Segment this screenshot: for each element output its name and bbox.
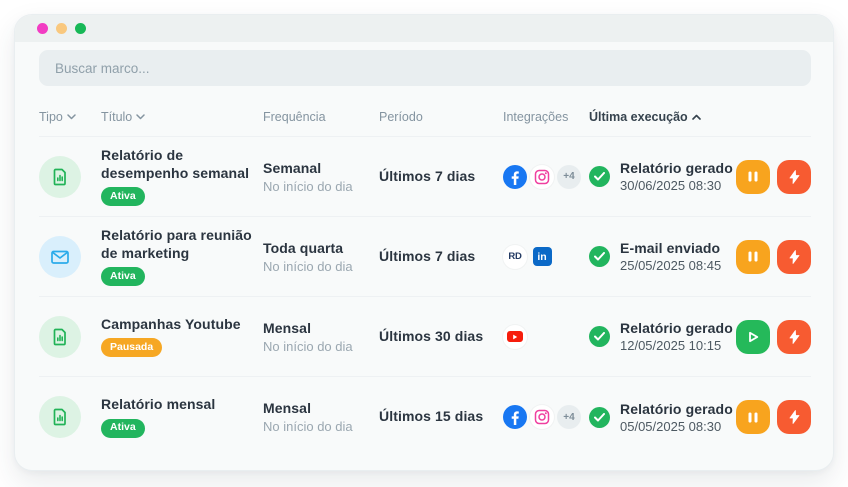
status-badge-active: Ativa (101, 418, 145, 438)
column-header-frequencia: Frequência (263, 110, 326, 124)
run-now-button[interactable] (777, 400, 811, 434)
frequency-value: Mensal (263, 400, 312, 416)
window-dot-pink[interactable] (37, 23, 48, 34)
frequency-value: Semanal (263, 159, 322, 176)
pause-button[interactable] (736, 239, 770, 274)
success-check-icon (589, 246, 610, 267)
frequency-detail: No início do dia (263, 258, 353, 274)
report-chart-icon (39, 315, 81, 358)
play-icon (748, 331, 758, 342)
last-run-date: 12/05/2025 10:15 (620, 338, 722, 353)
window-dot-green[interactable] (75, 23, 86, 34)
search-input[interactable] (55, 60, 795, 76)
success-check-icon (589, 166, 610, 187)
chevron-down-icon (67, 114, 76, 120)
table-row[interactable]: Relatório mensal Ativa Mensal No início … (39, 377, 811, 457)
status-badge-active: Ativa (101, 267, 145, 286)
lightning-icon (789, 249, 799, 264)
success-check-icon (589, 406, 610, 428)
instagram-icon (530, 405, 554, 429)
report-title: Relatório de desempenho semanal (101, 147, 250, 181)
app-window: Tipo Título Frequência Período Integraçõ… (0, 0, 848, 487)
linkedin-icon: in (530, 245, 554, 269)
more-integrations-badge[interactable]: +4 (557, 405, 581, 429)
period-value: Últimos 7 dias (379, 167, 476, 184)
status-badge-active: Ativa (101, 187, 145, 206)
frequency-detail: No início do dia (263, 338, 353, 354)
instagram-icon (530, 164, 554, 189)
chevron-down-icon (136, 114, 146, 120)
pause-icon (748, 171, 758, 182)
report-title: Relatório para reunião de marketing (101, 227, 252, 261)
column-header-ultima-execucao[interactable]: Última execução (589, 110, 735, 124)
last-run-date: 05/05/2025 08:30 (620, 418, 722, 434)
column-header-periodo: Período (379, 110, 423, 124)
success-check-icon (589, 326, 610, 347)
column-header-tipo[interactable]: Tipo (39, 110, 101, 124)
pause-button[interactable] (736, 400, 770, 434)
window-titlebar (15, 15, 833, 42)
period-value: Últimos 15 dias (379, 408, 484, 424)
lightning-icon (789, 410, 799, 424)
report-title: Campanhas Youtube (101, 315, 241, 332)
table-row[interactable]: Relatório de desempenho semanal Ativa Se… (39, 137, 811, 217)
main-card: Tipo Título Frequência Período Integraçõ… (14, 14, 834, 471)
play-button[interactable] (736, 319, 770, 354)
last-run-status: Relatório gerado (620, 160, 733, 176)
youtube-icon (503, 324, 527, 349)
report-title: Relatório mensal (101, 396, 216, 413)
table-row[interactable]: Campanhas Youtube Pausada Mensal No iníc… (39, 297, 811, 377)
last-run-date: 25/05/2025 08:45 (620, 258, 722, 273)
table-header: Tipo Título Frequência Período Integraçõ… (39, 86, 811, 137)
run-now-button[interactable] (777, 319, 811, 354)
pause-button[interactable] (736, 159, 770, 194)
search-bar[interactable] (39, 50, 811, 86)
last-run-date: 30/06/2025 08:30 (620, 178, 722, 193)
facebook-icon (503, 164, 527, 189)
last-run-status: E-mail enviado (620, 240, 721, 256)
pause-icon (748, 412, 758, 422)
frequency-value: Toda quarta (263, 239, 344, 256)
period-value: Últimos 7 dias (379, 247, 476, 264)
column-header-integracoes: Integrações (503, 110, 569, 124)
lightning-icon (789, 329, 799, 344)
lightning-icon (789, 169, 799, 184)
run-now-button[interactable] (777, 159, 811, 194)
email-icon (39, 235, 81, 278)
frequency-value: Mensal (263, 319, 312, 336)
table-row[interactable]: Relatório para reunião de marketing Ativ… (39, 217, 811, 297)
frequency-detail: No início do dia (263, 178, 353, 194)
report-chart-icon (39, 155, 81, 198)
more-integrations-badge[interactable]: +4 (557, 164, 581, 189)
rd-station-icon: RD (503, 244, 527, 269)
last-run-status: Relatório gerado (620, 400, 733, 417)
period-value: Últimos 30 dias (379, 327, 484, 344)
column-header-titulo[interactable]: Título (101, 110, 263, 124)
pause-icon (748, 251, 758, 262)
window-dot-peach[interactable] (56, 23, 67, 34)
last-run-status: Relatório gerado (620, 320, 733, 336)
status-badge-paused: Pausada (101, 338, 163, 358)
run-now-button[interactable] (777, 239, 811, 274)
facebook-icon (503, 405, 527, 429)
frequency-detail: No início do dia (263, 419, 353, 434)
chevron-up-icon (691, 114, 701, 120)
report-chart-icon (39, 396, 81, 438)
